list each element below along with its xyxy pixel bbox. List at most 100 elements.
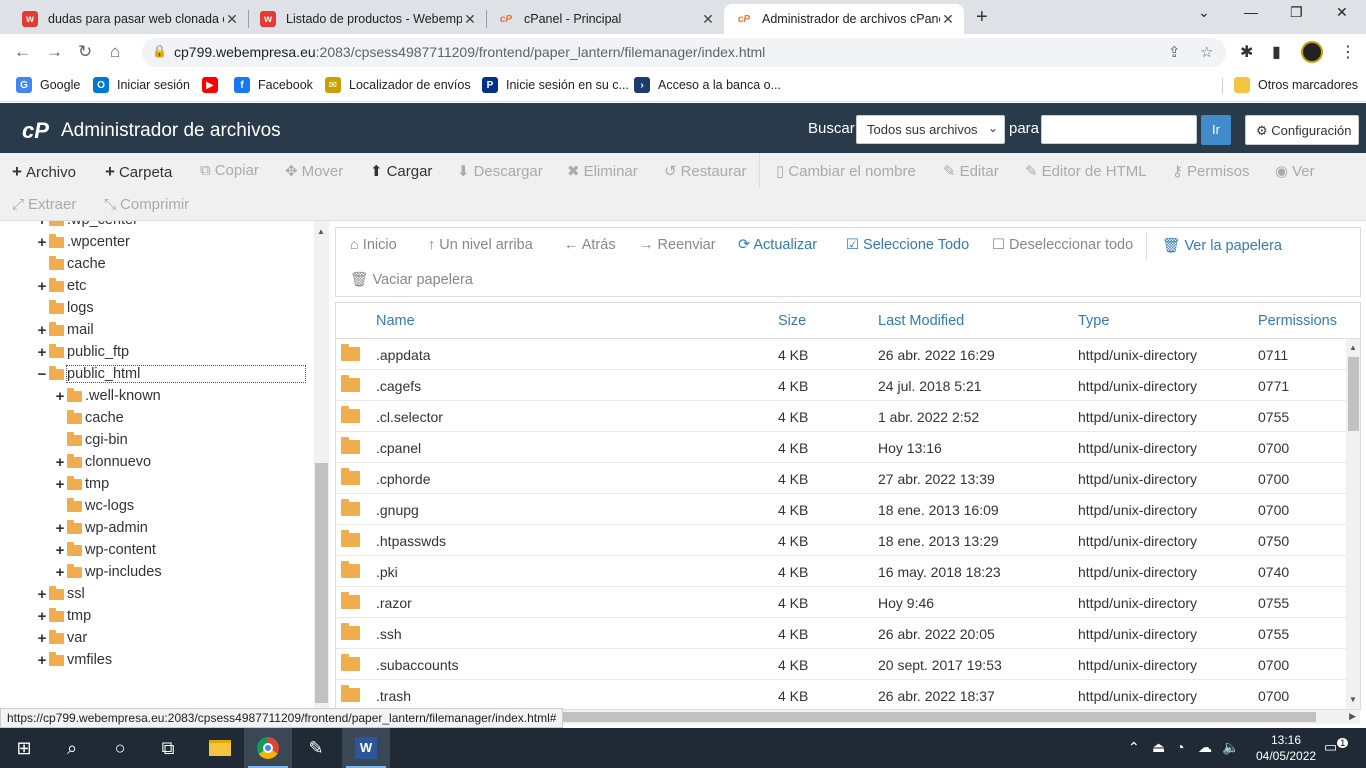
new-tab-icon[interactable]: + [976, 6, 988, 29]
nav-reenviar[interactable]: → Reenviar [639, 237, 716, 253]
expand-icon[interactable]: + [36, 278, 48, 295]
tree-item[interactable]: + var [36, 628, 87, 648]
close-tab-icon[interactable]: ✕ [224, 11, 240, 28]
notifications-icon[interactable]: ▭ 1 [1324, 738, 1349, 756]
other-bookmarks[interactable]: Otros marcadores [1234, 77, 1358, 93]
usb-icon[interactable]: ⏏ [1152, 739, 1165, 756]
nav-ver-la-papelera[interactable]: 🗑 Ver la papelera [1162, 237, 1282, 254]
nav-seleccione-todo[interactable]: ☑ Seleccione Todo [846, 237, 969, 253]
tree-item[interactable]: + tmp [54, 474, 109, 494]
table-row[interactable]: .gnupg 4 KB 18 ene. 2013 16:09 httpd/unix-d… [336, 494, 1346, 525]
toolbar-permisos[interactable]: ⚷ Permisos [1172, 162, 1250, 180]
lock-icon[interactable]: 🔒 [152, 44, 167, 58]
tree-item[interactable]: + wp-content [54, 540, 156, 560]
toolbar-copiar[interactable]: ⧉ Copiar [200, 162, 259, 179]
bookmark-item[interactable]: › Acceso a la banca o... [634, 77, 781, 93]
nav-actualizar[interactable]: ⟳ Actualizar [738, 237, 817, 253]
tree-item[interactable]: + mail [36, 320, 94, 340]
tree-item[interactable]: cache [36, 254, 106, 274]
close-tab-icon[interactable]: ✕ [462, 11, 478, 28]
table-row[interactable]: .trash 4 KB 26 abr. 2022 18:37 httpd/unix-d… [336, 680, 1346, 709]
browser-tab[interactable]: cP cPanel - Principal ✕ [486, 4, 724, 34]
tree-item[interactable]: +.wp_center [36, 221, 138, 230]
close-tab-icon[interactable]: ✕ [940, 11, 956, 28]
tree-item[interactable]: + ssl [36, 584, 85, 604]
browser-tab[interactable]: w dudas para pasar web clonada co ✕ [10, 4, 248, 34]
expand-icon[interactable]: + [54, 454, 66, 471]
column-type[interactable]: Type [1078, 313, 1109, 329]
tree-scrollbar[interactable]: ▲ [314, 221, 329, 710]
volume-icon[interactable]: 🔈 [1222, 739, 1239, 756]
forward-icon[interactable]: → [46, 42, 63, 62]
search-scope-select[interactable]: Todos sus archivos ⌄ [856, 115, 1005, 144]
restore-icon[interactable]: ❐ [1290, 4, 1303, 21]
back-icon[interactable]: ← [14, 42, 31, 62]
expand-icon[interactable]: + [54, 564, 66, 581]
expand-icon[interactable]: + [36, 221, 48, 229]
column-permissions[interactable]: Permissions [1258, 313, 1337, 329]
chrome-icon[interactable] [244, 728, 292, 768]
toolbar-restaurar[interactable]: ↺ Restaurar [664, 162, 746, 180]
windows-start-icon[interactable]: ⊞ [0, 728, 48, 768]
address-bar[interactable]: 🔒 cp799.webempresa.eu:2083/cpsess4987711… [142, 38, 1226, 67]
bookmark-item[interactable]: P Inicie sesión en su c... [482, 77, 629, 93]
chevron-up-icon[interactable]: ⌃ [1128, 739, 1140, 756]
bookmark-item[interactable]: ▶ [202, 77, 226, 93]
table-row[interactable]: .pki 4 KB 16 may. 2018 18:23 httpd/unix-dir… [336, 556, 1346, 587]
extensions-icon[interactable]: ✱ [1240, 42, 1253, 62]
toolbar-cargar[interactable]: ⬆ Cargar [370, 162, 432, 180]
reload-icon[interactable]: ↻ [78, 42, 92, 62]
tree-item[interactable]: + wp-includes [54, 562, 162, 582]
close-window-icon[interactable]: ✕ [1336, 4, 1348, 21]
tree-item[interactable]: cgi-bin [54, 430, 128, 450]
table-row[interactable]: .cagefs 4 KB 24 jul. 2018 5:21 httpd/unix-d… [336, 370, 1346, 401]
tree-item[interactable]: + tmp [36, 606, 91, 626]
expand-icon[interactable]: + [36, 586, 48, 603]
share-icon[interactable]: ⇪ [1168, 43, 1181, 61]
tree-item[interactable]: + etc [36, 276, 86, 296]
tree-item[interactable]: + clonnuevo [54, 452, 151, 472]
search-input[interactable] [1041, 115, 1197, 144]
toolbar-editar[interactable]: ✎ Editar [943, 162, 999, 180]
notepad-icon[interactable]: ✎ [292, 728, 340, 768]
table-row[interactable]: .razor 4 KB Hoy 9:46 httpd/unix-directory 07… [336, 587, 1346, 618]
task-view-icon[interactable]: ⧉ [144, 728, 192, 768]
toolbar-descargar[interactable]: ⬇ Descargar [457, 162, 543, 180]
scroll-up-icon[interactable]: ▲ [1349, 343, 1357, 352]
tree-item[interactable]: + vmfiles [36, 650, 112, 670]
table-row[interactable]: .appdata 4 KB 26 abr. 2022 16:29 httpd/unix… [336, 339, 1346, 370]
scroll-up-icon[interactable]: ▲ [317, 227, 325, 236]
close-tab-icon[interactable]: ✕ [700, 11, 716, 28]
tree-item[interactable]: + .wpcenter [36, 232, 130, 252]
nav-vaciar-papelera[interactable]: 🗑 Vaciar papelera [350, 271, 473, 288]
toolbar-archivo[interactable]: + Archivo [12, 162, 76, 182]
tree-item[interactable]: − public_html [36, 364, 306, 384]
tab-search-icon[interactable]: ⌄ [1198, 4, 1210, 21]
collapse-icon[interactable]: − [36, 366, 48, 383]
tree-item[interactable]: wc-logs [54, 496, 134, 516]
table-row[interactable]: .ssh 4 KB 26 abr. 2022 20:05 httpd/unix-dir… [336, 618, 1346, 649]
table-scrollbar[interactable]: ▲ ▼ [1346, 339, 1360, 709]
expand-icon[interactable]: + [36, 608, 48, 625]
system-clock[interactable]: 13:16 04/05/2022 [1256, 732, 1316, 764]
wifi-icon[interactable]: ◔ [1176, 739, 1184, 755]
search-go-button[interactable]: Ir [1201, 115, 1231, 145]
expand-icon[interactable]: + [54, 476, 66, 493]
expand-icon[interactable]: + [36, 322, 48, 339]
expand-icon[interactable]: + [36, 652, 48, 669]
word-icon[interactable]: W [342, 728, 390, 768]
expand-icon[interactable]: + [54, 520, 66, 537]
cloud-icon[interactable]: ☁ [1198, 739, 1212, 756]
expand-icon[interactable]: + [36, 234, 48, 251]
tree-item[interactable]: + wp-admin [54, 518, 148, 538]
minimize-icon[interactable]: — [1244, 4, 1258, 20]
toolbar-comprimir[interactable]: ⤡ Comprimir [104, 196, 189, 213]
tree-item[interactable]: logs [36, 298, 94, 318]
scroll-right-icon[interactable]: ▶ [1349, 711, 1356, 722]
column-name[interactable]: Name [376, 313, 415, 329]
tree-item[interactable]: + public_ftp [36, 342, 129, 362]
settings-button[interactable]: ⚙ Configuración [1245, 115, 1359, 145]
toolbar-cambiar-el-nombre[interactable]: ▯ Cambiar el nombre [776, 162, 916, 180]
home-icon[interactable]: ⌂ [110, 42, 120, 62]
table-row[interactable]: .htpasswds 4 KB 18 ene. 2013 13:29 httpd/un… [336, 525, 1346, 556]
